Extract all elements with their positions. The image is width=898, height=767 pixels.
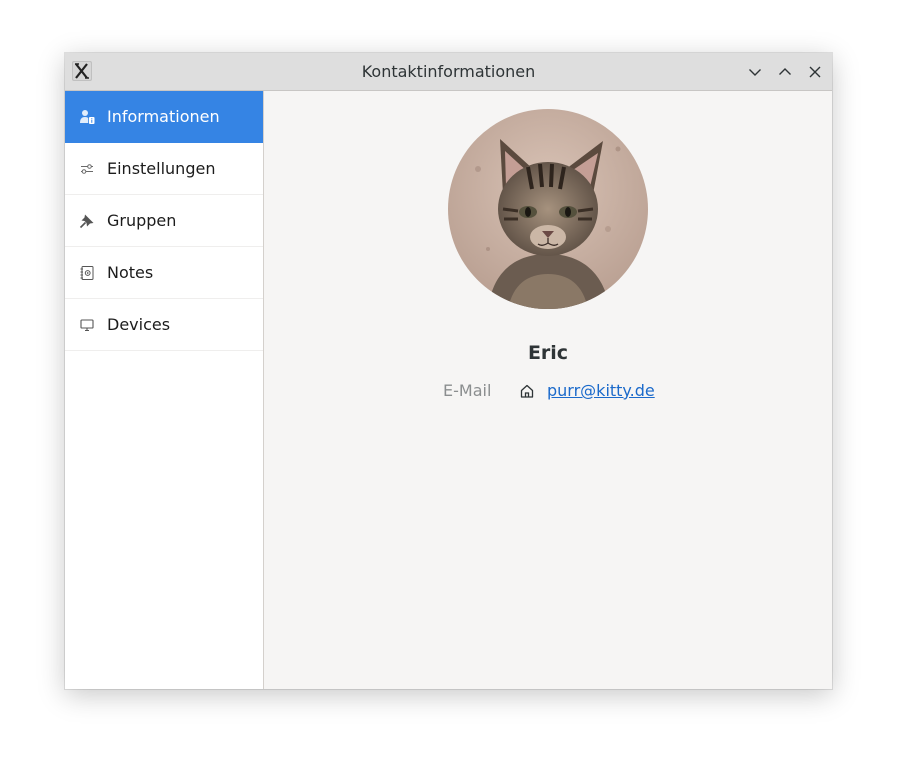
contact-window: Kontaktinformationen Informationen Einst… — [65, 53, 832, 689]
notebook-icon — [79, 265, 95, 281]
sidebar-item-notes[interactable]: Notes — [65, 247, 263, 299]
contact-details: Eric E-Mail purr@kitty.de — [264, 91, 832, 689]
sidebar-item-devices[interactable]: Devices — [65, 299, 263, 351]
sidebar-item-informationen[interactable]: Informationen — [65, 91, 263, 143]
sidebar-item-label: Einstellungen — [107, 159, 216, 178]
kitten-photo — [448, 109, 648, 309]
close-button[interactable] — [804, 61, 826, 83]
sidebar-item-gruppen[interactable]: Gruppen — [65, 195, 263, 247]
email-label: E-Mail — [443, 381, 492, 400]
sidebar-item-einstellungen[interactable]: Einstellungen — [65, 143, 263, 195]
sidebar-item-label: Informationen — [107, 107, 220, 126]
maximize-icon — [779, 68, 791, 75]
avatar — [448, 109, 648, 309]
window-title: Kontaktinformationen — [361, 62, 536, 81]
sidebar-item-label: Devices — [107, 315, 171, 334]
home-icon — [519, 383, 535, 399]
sidebar: Informationen Einstellungen Gruppen Note… — [65, 91, 264, 689]
email-row: E-Mail purr@kitty.de — [264, 380, 832, 402]
minimize-button[interactable] — [744, 61, 766, 83]
pin-icon — [79, 213, 95, 229]
title-bar[interactable]: Kontaktinformationen — [65, 53, 832, 91]
close-icon — [809, 66, 821, 78]
sliders-icon — [79, 161, 95, 177]
sidebar-item-label: Gruppen — [107, 211, 177, 230]
maximize-button[interactable] — [774, 61, 796, 83]
email-link[interactable]: purr@kitty.de — [547, 380, 655, 402]
minimize-icon — [749, 69, 761, 76]
monitor-icon — [79, 317, 95, 333]
contact-info-icon — [79, 109, 95, 125]
sidebar-item-label: Notes — [107, 263, 154, 282]
contact-name: Eric — [527, 342, 569, 364]
